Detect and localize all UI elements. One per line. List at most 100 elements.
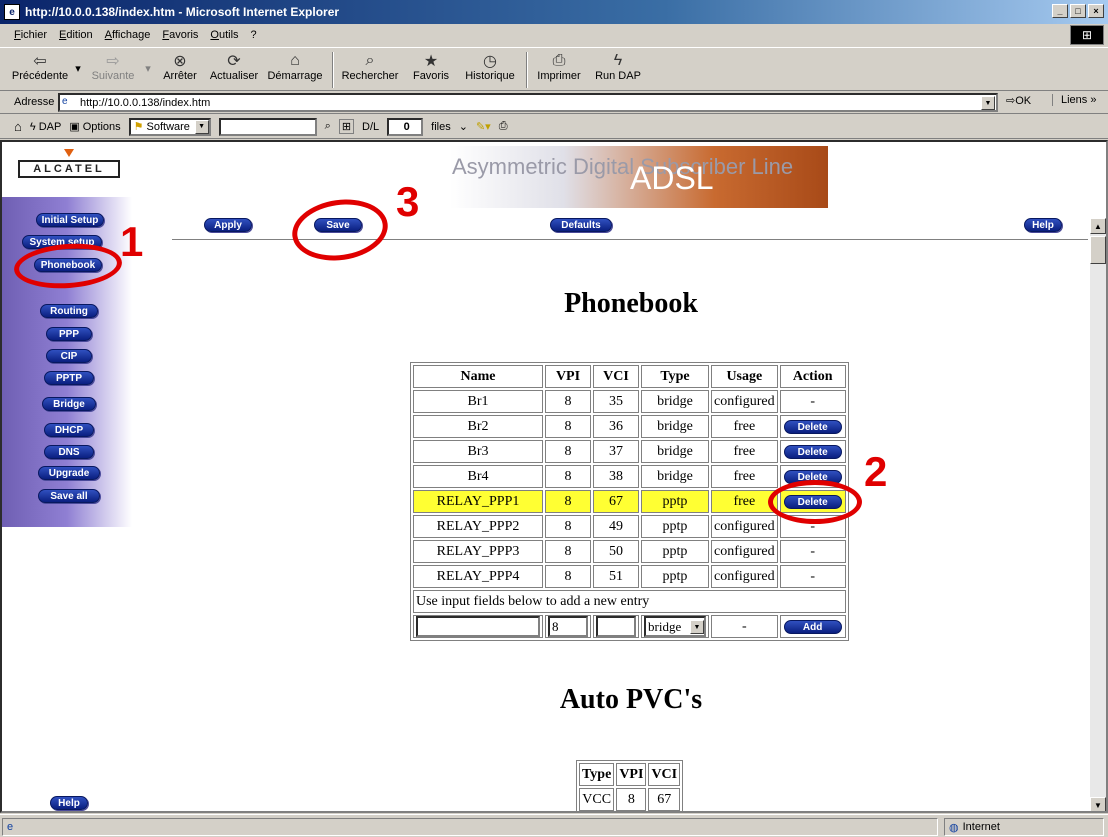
new-type-select[interactable]: bridge ▼ bbox=[644, 616, 706, 637]
col-name: Name bbox=[413, 365, 543, 388]
history-button[interactable]: ◷ Historique bbox=[462, 48, 518, 82]
forward-dropdown[interactable]: ▾ bbox=[144, 48, 152, 75]
vertical-scrollbar[interactable]: ▲ ▼ bbox=[1090, 218, 1106, 811]
menu-favoris[interactable]: Favoris bbox=[162, 29, 198, 41]
status-message: e bbox=[2, 818, 938, 836]
nav-dhcp[interactable]: DHCP bbox=[44, 423, 94, 437]
dap-search-button[interactable]: ⌕ bbox=[325, 120, 331, 133]
dap-toolbar: ⌂ ϟ DAP ▣ Options ⚑ Software ▼ ⌕ ⊞ D/L 0 fil… bbox=[0, 115, 1108, 139]
favorites-button[interactable]: ★ Favoris bbox=[406, 48, 456, 82]
table-row: RELAY_PPP4 8 51 pptp configured - bbox=[413, 565, 846, 588]
menu-affichage[interactable]: Affichage bbox=[105, 29, 151, 41]
options-icon: ▣ bbox=[69, 121, 80, 133]
annotation-circle-3 bbox=[288, 193, 392, 267]
dap-button[interactable]: ϟ DAP bbox=[30, 121, 61, 133]
col-vpi: VPI bbox=[545, 365, 591, 388]
minimize-button[interactable]: _ bbox=[1052, 4, 1068, 18]
forward-button[interactable]: ⇨ Suivante bbox=[88, 48, 138, 82]
maximize-button[interactable]: □ bbox=[1070, 4, 1086, 18]
chevron-down-double-icon[interactable]: ⌄ bbox=[459, 120, 468, 133]
print-button[interactable]: ⎙ Imprimer bbox=[534, 48, 584, 82]
add-button[interactable]: Add bbox=[783, 620, 842, 634]
window-title: http://10.0.0.138/index.htm - Microsoft … bbox=[25, 5, 340, 19]
table-row: Br4 8 38 bridge free Delete bbox=[413, 465, 846, 488]
help-button[interactable]: Help bbox=[1024, 218, 1062, 232]
menu-bar: Fichier Edition Affichage Favoris Outils… bbox=[0, 24, 1108, 46]
status-zone: ◍ Internet bbox=[944, 818, 1104, 836]
home-button[interactable]: ⌂ Démarrage bbox=[266, 48, 324, 82]
table-row: Br2 8 36 bridge free Delete bbox=[413, 415, 846, 438]
highlighter-icon[interactable]: ✎▾ bbox=[476, 120, 491, 133]
forward-arrow-icon: ⇨ bbox=[106, 53, 120, 70]
favorites-icon: ★ bbox=[423, 53, 439, 70]
close-button[interactable]: × bbox=[1088, 4, 1104, 18]
back-arrow-icon: ⇦ bbox=[33, 53, 47, 70]
table-header-row: Type VPI VCI bbox=[579, 763, 681, 786]
menu-edition[interactable]: Edition bbox=[59, 29, 93, 41]
search-button[interactable]: ⌕ Rechercher bbox=[340, 48, 400, 82]
annotation-number-1: 1 bbox=[120, 218, 144, 265]
nav-bridge[interactable]: Bridge bbox=[42, 397, 96, 411]
defaults-button[interactable]: Defaults bbox=[550, 218, 612, 232]
col-usage: Usage bbox=[711, 365, 778, 388]
nav-help[interactable]: Help bbox=[50, 796, 88, 810]
table-row: RELAY_PPP2 8 49 pptp configured - bbox=[413, 515, 846, 538]
menu-help[interactable]: ? bbox=[251, 29, 257, 41]
delete-button[interactable]: Delete bbox=[783, 445, 842, 459]
menu-fichier[interactable]: Fichier bbox=[14, 29, 47, 41]
links-button[interactable]: Liens » bbox=[1052, 94, 1096, 106]
nav-dns[interactable]: DNS bbox=[44, 445, 94, 459]
printer-icon: ⎙ bbox=[552, 52, 566, 69]
search-icon: ⌕ bbox=[365, 52, 375, 69]
left-navigation: ALCATEL Initial Setup System setup Phone… bbox=[2, 142, 132, 811]
run-dap-button[interactable]: ϟ Run DAP bbox=[590, 48, 646, 82]
refresh-button[interactable]: ⟳ Actualiser bbox=[208, 48, 260, 82]
stop-button[interactable]: ⊗ Arrêter bbox=[158, 48, 202, 82]
address-dropdown[interactable]: ▼ bbox=[981, 96, 995, 110]
table-row: Br3 8 37 bridge free Delete bbox=[413, 440, 846, 463]
nav-upgrade[interactable]: Upgrade bbox=[38, 466, 100, 480]
new-name-input[interactable] bbox=[416, 616, 540, 637]
go-button[interactable]: ⇨OK bbox=[1006, 94, 1031, 107]
nav-cip[interactable]: CIP bbox=[46, 349, 92, 363]
alcatel-logo: ALCATEL bbox=[18, 160, 120, 178]
add-hint-row: Use input fields below to add a new entr… bbox=[413, 590, 846, 613]
add-hint: Use input fields below to add a new entr… bbox=[413, 590, 846, 613]
dap-home-button[interactable]: ⌂ bbox=[14, 119, 22, 134]
standard-toolbar: ⇦ Précédente ▾ ⇨ Suivante ▾ ⊗ Arrêter ⟳ Actu… bbox=[0, 47, 1108, 91]
dl-count: 0 bbox=[387, 117, 424, 136]
new-vpi-input[interactable]: 8 bbox=[548, 616, 588, 637]
options-button[interactable]: ▣ Options bbox=[69, 120, 120, 134]
lightning-icon: ϟ bbox=[29, 120, 36, 133]
new-vci-input[interactable] bbox=[596, 616, 636, 637]
col-vci: VCI bbox=[593, 365, 639, 388]
back-dropdown[interactable]: ▾ bbox=[74, 48, 82, 75]
scroll-up-icon[interactable]: ▲ bbox=[1090, 218, 1106, 234]
address-bar: Adresse e http://10.0.0.138/index.htm ▼ … bbox=[0, 91, 1108, 114]
banner-title: ADSL bbox=[630, 160, 714, 196]
add-entry-row: 8 bridge ▼ - Add bbox=[413, 615, 846, 638]
category-select[interactable]: ⚑ Software ▼ bbox=[128, 117, 211, 136]
banner-subtitle: Asymmetric Digital Subscriber Line bbox=[452, 154, 794, 179]
address-input[interactable]: e http://10.0.0.138/index.htm ▼ bbox=[58, 93, 998, 112]
history-icon: ◷ bbox=[483, 53, 497, 70]
nav-pptp[interactable]: PPTP bbox=[44, 371, 94, 385]
nav-initial-setup[interactable]: Initial Setup bbox=[36, 213, 104, 227]
print-icon[interactable]: ⎙ bbox=[499, 120, 508, 133]
scroll-thumb[interactable] bbox=[1090, 236, 1106, 264]
status-bar: e ◍ Internet bbox=[0, 814, 1108, 837]
window-titlebar: e http://10.0.0.138/index.htm - Microsof… bbox=[0, 0, 1108, 24]
nav-ppp[interactable]: PPP bbox=[46, 327, 92, 341]
delete-button[interactable]: Delete bbox=[783, 420, 842, 434]
scroll-down-icon[interactable]: ▼ bbox=[1090, 797, 1106, 811]
dap-search-input[interactable] bbox=[218, 117, 317, 136]
dap-grid-button[interactable]: ⊞ bbox=[338, 119, 355, 134]
apply-button[interactable]: Apply bbox=[204, 218, 252, 232]
nav-save-all[interactable]: Save all bbox=[38, 489, 100, 503]
nav-routing[interactable]: Routing bbox=[40, 304, 98, 318]
col-type: Type bbox=[641, 365, 709, 388]
files-label: files bbox=[431, 120, 451, 133]
menu-outils[interactable]: Outils bbox=[210, 29, 238, 41]
annotation-number-2: 2 bbox=[864, 448, 888, 495]
back-button[interactable]: ⇦ Précédente bbox=[12, 48, 68, 82]
